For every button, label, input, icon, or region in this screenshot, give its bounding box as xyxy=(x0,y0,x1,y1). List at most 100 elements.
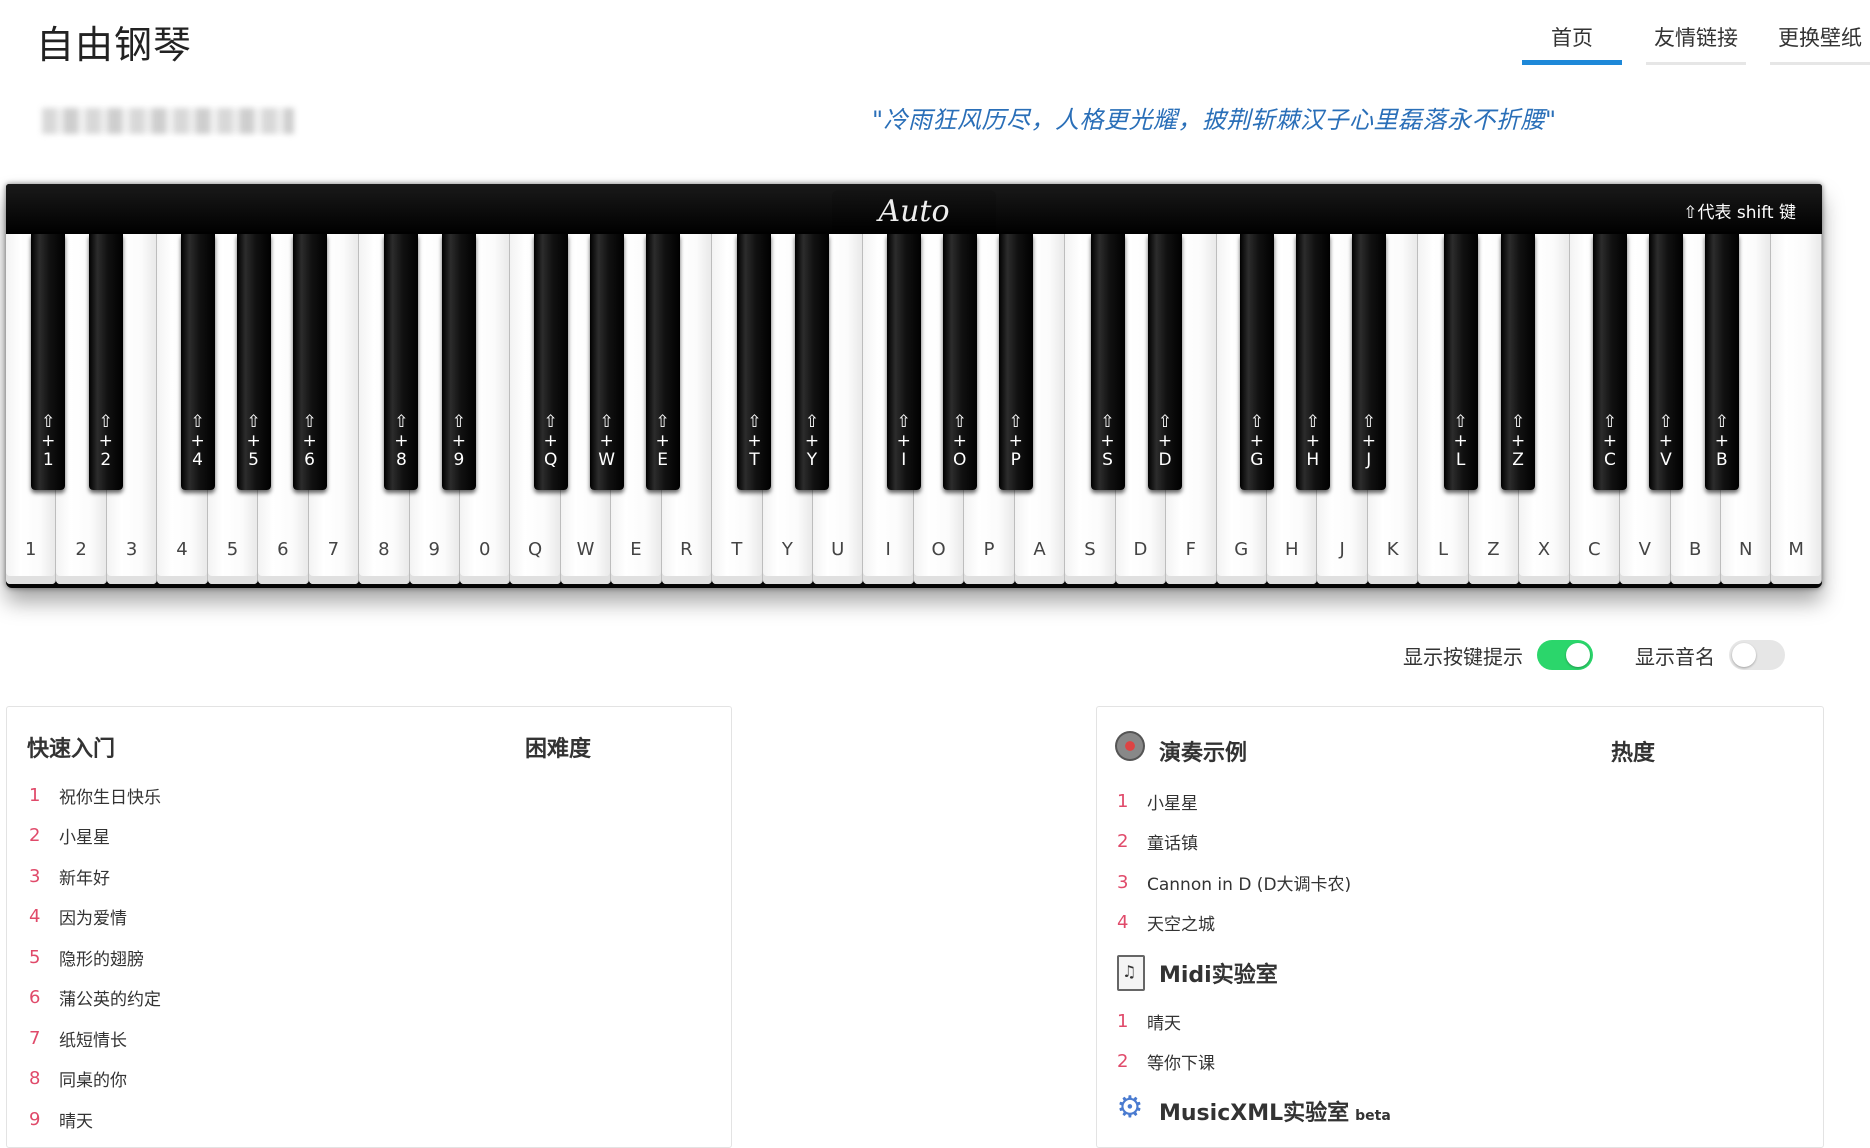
midi-item[interactable]: 1 晴天 xyxy=(1117,1001,1215,1042)
plus-symbol: + xyxy=(1510,431,1526,451)
black-key-shift-i[interactable]: ⇧ + I xyxy=(886,234,921,490)
plus-symbol: + xyxy=(1602,431,1618,451)
list-item-title: 新年好 xyxy=(59,868,110,889)
midi-item[interactable]: 2 等你下课 xyxy=(1117,1042,1215,1083)
piano-brand-logo: Auto Piano xyxy=(832,190,996,273)
nav-friend-links[interactable]: 友情链接 xyxy=(1646,22,1746,65)
shift-symbol: ⇧ xyxy=(543,412,558,432)
quick-start-item[interactable]: 7 纸短情长 xyxy=(29,1018,161,1059)
plus-symbol: + xyxy=(41,431,56,451)
black-key-shift-5[interactable]: ⇧ +5 xyxy=(236,234,271,490)
white-key-m[interactable]: M xyxy=(1771,234,1822,584)
plus-symbol: + xyxy=(804,431,820,451)
key-char: H xyxy=(1306,450,1320,470)
black-key-shift-e[interactable]: ⇧ + E xyxy=(645,234,680,490)
black-key-shift-d[interactable]: ⇧ + D xyxy=(1148,234,1183,490)
black-key-shift-s[interactable]: ⇧ + S xyxy=(1090,234,1125,490)
shift-symbol: ⇧ xyxy=(1658,412,1674,432)
list-item-title: 因为爱情 xyxy=(59,909,127,930)
plus-symbol: + xyxy=(1453,431,1468,451)
black-key-shift-6[interactable]: ⇧ +6 xyxy=(292,234,327,490)
musicxml-lab-title[interactable]: MusicXML实验室 beta xyxy=(1159,1095,1391,1127)
site-title[interactable]: 自由钢琴 xyxy=(36,14,192,69)
plus-symbol: + xyxy=(394,431,409,451)
quick-start-item[interactable]: 4 因为爱情 xyxy=(29,897,161,938)
white-key-label: 5 xyxy=(226,539,239,560)
midi-list: 1 晴天 2 等你下课 xyxy=(1117,1001,1215,1082)
shift-symbol: ⇧ xyxy=(747,412,762,432)
black-key-shift-l[interactable]: ⇧ + L xyxy=(1443,234,1478,490)
black-key-shift-q[interactable]: ⇧ + Q xyxy=(533,234,568,490)
demo-item[interactable]: 4 天空之城 xyxy=(1117,903,1351,944)
white-key-label: G xyxy=(1234,539,1249,560)
black-key-shift-v[interactable]: ⇧ + V xyxy=(1648,234,1683,490)
white-key-label: Q xyxy=(528,539,543,560)
black-key-label: ⇧ + W xyxy=(590,413,624,470)
blurred-url-text xyxy=(42,108,294,134)
black-key-shift-p[interactable]: ⇧ + P xyxy=(998,234,1033,490)
quick-start-item[interactable]: 3 新年好 xyxy=(29,856,161,897)
black-key-shift-8[interactable]: ⇧ +8 xyxy=(384,234,419,490)
black-key-shift-w[interactable]: ⇧ + W xyxy=(589,234,624,490)
list-item-number: 8 xyxy=(29,1068,41,1090)
list-item-number: 1 xyxy=(1117,790,1129,812)
black-key-shift-h[interactable]: ⇧ + H xyxy=(1295,234,1330,490)
white-key-label: A xyxy=(1033,539,1046,560)
plus-symbol: + xyxy=(543,431,558,451)
black-key-label: ⇧ + V xyxy=(1649,413,1683,470)
key-char: Q xyxy=(543,450,558,470)
demo-item[interactable]: 1 小星星 xyxy=(1117,781,1351,822)
shift-symbol: ⇧ xyxy=(1453,412,1468,432)
white-key-label: 1 xyxy=(24,539,37,560)
plus-symbol: + xyxy=(98,431,113,451)
black-key-shift-2[interactable]: ⇧ +2 xyxy=(88,234,123,490)
black-key-shift-t[interactable]: ⇧ + T xyxy=(737,234,772,490)
quick-start-item[interactable]: 1 祝你生日快乐 xyxy=(29,775,161,816)
plus-symbol: + xyxy=(246,431,261,451)
nav-home[interactable]: 首页 xyxy=(1522,22,1622,65)
black-key-shift-o[interactable]: ⇧ + O xyxy=(942,234,977,490)
midi-lab-title[interactable]: Midi实验室 xyxy=(1159,957,1278,989)
shift-symbol: ⇧ xyxy=(451,412,466,432)
quick-start-item[interactable]: 6 蒲公英的约定 xyxy=(29,978,161,1019)
black-key-shift-1[interactable]: ⇧ +1 xyxy=(31,234,66,490)
black-key-label: ⇧ + O xyxy=(943,413,977,470)
list-item-number: 9 xyxy=(29,1108,41,1130)
white-key-label: J xyxy=(1339,539,1345,560)
black-key-shift-y[interactable]: ⇧ + Y xyxy=(794,234,829,490)
white-key-label: 7 xyxy=(327,539,340,560)
white-key-label: 3 xyxy=(125,539,138,560)
list-item-title: 隐形的翅膀 xyxy=(59,949,144,970)
nav-change-wallpaper[interactable]: 更换壁纸 xyxy=(1770,22,1870,65)
black-key-shift-9[interactable]: ⇧ +9 xyxy=(441,234,476,490)
white-key-label: W xyxy=(576,539,595,560)
black-key-shift-z[interactable]: ⇧ + Z xyxy=(1501,234,1536,490)
black-key-shift-c[interactable]: ⇧ + C xyxy=(1592,234,1627,490)
black-key-shift-j[interactable]: ⇧ + J xyxy=(1351,234,1386,490)
demo-item[interactable]: 3 Cannon in D (D大调卡农) xyxy=(1117,862,1351,903)
key-char: 8 xyxy=(395,450,407,470)
plus-symbol: + xyxy=(1658,431,1674,451)
difficulty-column-header: 困难度 xyxy=(525,737,592,762)
black-key-shift-g[interactable]: ⇧ + G xyxy=(1239,234,1274,490)
white-key-label: S xyxy=(1084,539,1096,560)
list-item-title: 天空之城 xyxy=(1147,915,1215,936)
quick-start-item[interactable]: 5 隐形的翅膀 xyxy=(29,937,161,978)
black-key-shift-b[interactable]: ⇧ + B xyxy=(1704,234,1739,490)
white-key-label: Y xyxy=(781,539,793,560)
list-item-number: 2 xyxy=(1117,1051,1129,1073)
plus-symbol: + xyxy=(655,431,670,451)
black-key-shift-4[interactable]: ⇧ +4 xyxy=(180,234,215,490)
white-key-label: N xyxy=(1738,539,1753,560)
display-toggles: 显示按键提示 显示音名 xyxy=(1403,640,1785,670)
quick-start-item[interactable]: 9 晴天 xyxy=(29,1099,161,1140)
quick-start-item[interactable]: 8 同桌的你 xyxy=(29,1059,161,1100)
quick-start-item[interactable]: 2 小星星 xyxy=(29,816,161,857)
key-char: E xyxy=(657,450,669,470)
demo-item[interactable]: 2 童话镇 xyxy=(1117,822,1351,863)
black-key-label: ⇧ +1 xyxy=(31,413,65,470)
list-item-title: 晴天 xyxy=(1147,1013,1181,1034)
toggle-note-names[interactable] xyxy=(1729,640,1785,670)
toggle-key-hints[interactable] xyxy=(1537,640,1593,670)
black-key-label: ⇧ + E xyxy=(646,413,680,470)
